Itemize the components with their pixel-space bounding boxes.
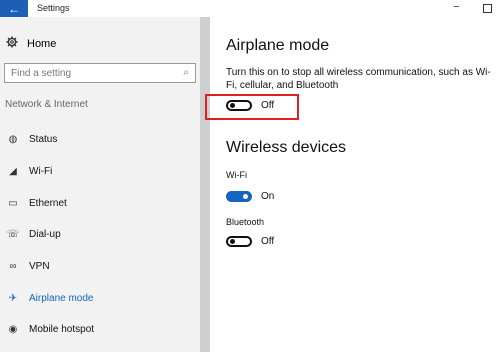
- sidebar-item-airplane-mode[interactable]: ✈ Airplane mode: [6, 291, 94, 305]
- sidebar-item-label: Airplane mode: [29, 292, 94, 304]
- sidebar-item-home[interactable]: Home: [6, 36, 56, 51]
- airplane-mode-description: Turn this on to stop all wireless commun…: [226, 67, 491, 91]
- globe-icon: ◍: [8, 133, 18, 145]
- maximize-button[interactable]: [483, 4, 492, 13]
- airplane-mode-toggle[interactable]: [226, 100, 252, 111]
- toggle-state-label: Off: [261, 236, 275, 247]
- dialup-icon: ☏: [6, 228, 20, 240]
- sidebar-item-label: Mobile hotspot: [29, 323, 95, 335]
- toggle-state-label: Off: [261, 100, 275, 111]
- wifi-toggle-row: On: [226, 191, 274, 202]
- wifi-label: Wi-Fi: [226, 170, 247, 180]
- toggle-state-label: On: [261, 191, 275, 202]
- sidebar-item-label: Wi-Fi: [29, 165, 53, 177]
- sidebar-item-vpn[interactable]: ∞ VPN: [6, 259, 50, 273]
- sidebar-item-label: Home: [27, 37, 57, 50]
- search-icon: ⌕: [183, 67, 189, 78]
- sidebar-item-label: VPN: [29, 260, 50, 272]
- bluetooth-toggle[interactable]: [226, 236, 252, 247]
- bluetooth-toggle-row: Off: [226, 236, 274, 247]
- airplane-mode-heading: Airplane mode: [226, 37, 330, 54]
- sidebar-scrollbar[interactable]: [200, 17, 210, 352]
- wifi-icon: ◢: [9, 165, 17, 177]
- sidebar-item-status[interactable]: ◍ Status: [6, 132, 58, 146]
- vpn-icon: ∞: [9, 260, 17, 272]
- sidebar-item-label: Status: [29, 133, 58, 145]
- search-box[interactable]: ⌕: [4, 63, 196, 83]
- sidebar-item-mobile-hotspot[interactable]: ◉ Mobile hotspot: [6, 322, 94, 336]
- sidebar-item-label: Ethernet: [29, 197, 67, 209]
- back-button[interactable]: ←: [0, 0, 28, 17]
- airplane-mode-toggle-row: Off: [226, 100, 274, 111]
- wireless-devices-heading: Wireless devices: [226, 139, 347, 156]
- gear-icon: [6, 36, 18, 51]
- search-input[interactable]: [5, 66, 173, 80]
- hotspot-icon: ◉: [8, 323, 18, 335]
- ethernet-icon: ▭: [8, 197, 18, 209]
- sidebar-item-ethernet[interactable]: ▭ Ethernet: [6, 196, 67, 210]
- sidebar-item-wifi[interactable]: ◢ Wi-Fi: [6, 164, 52, 178]
- section-heading: Network & Internet: [5, 99, 88, 110]
- sidebar-item-label: Dial-up: [29, 228, 61, 240]
- title-bar: ← Settings −: [0, 0, 500, 17]
- sidebar-item-dialup[interactable]: ☏ Dial-up: [6, 227, 61, 241]
- airplane-icon: ✈: [8, 292, 18, 304]
- back-arrow-icon: ←: [8, 1, 20, 16]
- window-title: Settings: [37, 3, 70, 13]
- wifi-toggle[interactable]: [226, 191, 252, 202]
- bluetooth-label: Bluetooth: [226, 217, 265, 227]
- minimize-button[interactable]: −: [453, 1, 459, 13]
